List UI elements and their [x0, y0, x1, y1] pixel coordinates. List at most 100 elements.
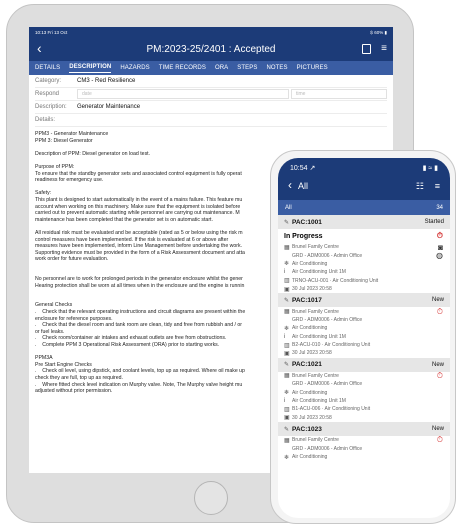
- task-header[interactable]: ✎ PAC:1017 New: [278, 293, 450, 308]
- description-label: Description:: [35, 104, 67, 110]
- tablet-nav-bar: ‹ PM:2023-25/2401 : Accepted ≡: [29, 38, 393, 61]
- site-text: Brunel Family Centre: [292, 372, 339, 379]
- barcode-icon: ▥: [284, 278, 290, 285]
- snowflake-icon: ❄: [284, 454, 290, 461]
- location-text: GRD - ADM0006 - Admin Office: [292, 252, 363, 259]
- list-item-date: ▣ 30 Jul 2023 20:58: [278, 285, 450, 293]
- task-header[interactable]: ✎ PAC:1021 New: [278, 357, 450, 372]
- list-item-type: ❄ Air Conditioning: [278, 388, 450, 397]
- location-text: GRD - ADM0006 - Admin Office: [292, 445, 363, 452]
- description-value[interactable]: Generator Maintenance: [77, 104, 140, 110]
- page-title: PM:2023-25/2401 : Accepted: [146, 44, 276, 55]
- phone-header: 10:54 ↗ ▮ ≈ ▮ ‹ All ☷ ≡: [278, 158, 450, 200]
- list-item-code: ▥ B2-ACU-010 · Air Conditioning Unit: [278, 341, 450, 349]
- description-row: Description: Generator Maintenance: [35, 101, 387, 114]
- save-icon[interactable]: [362, 44, 371, 54]
- list-item-site: ▦ Brunel Family Centre ⏱: [278, 435, 450, 444]
- menu-icon[interactable]: ≡: [381, 43, 387, 54]
- snowflake-icon: ❄: [284, 325, 290, 332]
- list-item-asset: i Air Conditioning Unit 1M: [278, 397, 450, 405]
- phone-screen: 10:54 ↗ ▮ ≈ ▮ ‹ All ☷ ≡ All 34 ✎ PAC:1001…: [278, 158, 450, 518]
- category-label: Category:: [35, 78, 62, 84]
- list-item-asset: i Air Conditioning Unit 1M: [278, 268, 450, 276]
- list-view-icon[interactable]: ☷: [416, 181, 424, 192]
- task-id: PAC:1021: [292, 361, 322, 369]
- list-item-location: GRD - ADM0006 - Admin Office: [278, 380, 450, 388]
- calendar-icon: ▣: [284, 286, 290, 293]
- location-text: GRD - ADM0006 - Admin Office: [292, 381, 363, 388]
- task-id: PAC:1017: [292, 296, 322, 304]
- list-item-code: ▥ B1-ACU-006 · Air Conditioning Unit: [278, 405, 450, 413]
- tablet-status-bar: 10:13 Fri 13 Oct Ṩ 60% ▮: [29, 27, 393, 38]
- chevron-left-icon[interactable]: ‹: [37, 40, 42, 56]
- device-photo: 10:13 Fri 13 Oct Ṩ 60% ▮ ‹ PM:2023-25/24…: [0, 0, 459, 529]
- info-icon: i: [284, 269, 286, 276]
- phone-status-icons: ▮ ≈ ▮: [422, 165, 438, 172]
- category-value[interactable]: CM3 - Red Resilience: [77, 78, 135, 84]
- home-button[interactable]: [194, 481, 228, 515]
- date-text: 30 Jul 2023 20:58: [292, 414, 332, 421]
- filter-bar[interactable]: All 34: [278, 200, 450, 215]
- phone-status-time: 10:54 ↗: [290, 165, 316, 172]
- task-id: PAC:1001: [292, 218, 322, 226]
- list-item-location: GRD - ADM0006 - Admin Office ◍: [278, 251, 450, 260]
- barcode-icon: ▥: [284, 406, 290, 413]
- task-status: New: [431, 426, 444, 433]
- tab-steps[interactable]: STEPS: [237, 65, 257, 71]
- list-item-location: GRD - ADM0006 - Admin Office: [278, 444, 450, 452]
- snowflake-icon: ❄: [284, 261, 290, 268]
- list-item-date: ▣ 30 Jul 2023 20:58: [278, 349, 450, 357]
- tab-time-records[interactable]: TIME RECORDS: [159, 65, 206, 71]
- code-text: B2-ACU-010 · Air Conditioning Unit: [292, 342, 371, 349]
- menu-icon[interactable]: ≡: [435, 181, 440, 191]
- calendar-icon: ▣: [284, 350, 290, 357]
- date-text: 30 Jul 2023 20:58: [292, 350, 332, 357]
- task-status: Started: [424, 219, 444, 225]
- building-icon: ▦: [284, 244, 290, 251]
- list-item-date: ▣ 30 Jul 2023 20:58: [278, 414, 450, 422]
- description-form: Category: CM3 - Red Resilience Respond d…: [29, 75, 393, 127]
- type-text: Air Conditioning: [292, 325, 328, 332]
- calendar-icon: ▣: [284, 415, 290, 422]
- wrench-icon: ✎: [284, 297, 290, 304]
- list-item-location: GRD - ADM0006 - Admin Office: [278, 316, 450, 324]
- wrench-icon: ✎: [284, 426, 290, 433]
- type-text: Air Conditioning: [292, 260, 328, 267]
- type-text: Air Conditioning: [292, 389, 328, 396]
- task-header[interactable]: ✎ PAC:1001 Started: [278, 215, 450, 229]
- tab-hazards[interactable]: HAZARDS: [120, 65, 149, 71]
- task-status: New: [431, 297, 444, 304]
- phone-title: All: [298, 181, 309, 191]
- location-text: GRD - ADM0006 - Admin Office: [292, 316, 363, 323]
- tab-description[interactable]: DESCRIPTION: [69, 64, 112, 73]
- tablet-status-time: 10:13 Fri 13 Oct: [35, 30, 68, 35]
- chevron-left-icon[interactable]: ‹: [288, 178, 292, 192]
- building-icon: ▦: [284, 309, 290, 316]
- list-item-type: ❄ Air Conditioning: [278, 324, 450, 332]
- timer-icon[interactable]: ⏱: [437, 231, 443, 241]
- asset-text: Air Conditioning Unit 1M: [292, 398, 346, 405]
- in-progress-label: In Progress: [284, 232, 323, 240]
- list-item-type: ❄ Air Conditioning: [278, 260, 450, 268]
- info-icon: i: [284, 333, 286, 340]
- tablet-status-battery: Ṩ 60% ▮: [370, 29, 387, 35]
- respond-date-field[interactable]: date: [77, 89, 289, 99]
- tab-ora[interactable]: ORA: [215, 65, 228, 71]
- respond-label: Respond: [35, 91, 60, 97]
- tab-notes[interactable]: NOTES: [266, 65, 287, 71]
- list-item-site: ▦ Brunel Family Centre ⏱: [278, 371, 450, 380]
- site-text: Brunel Family Centre: [292, 244, 339, 251]
- tab-pictures[interactable]: PICTURES: [297, 65, 328, 71]
- asset-text: Air Conditioning Unit 1M: [292, 269, 346, 276]
- task-status: New: [431, 361, 444, 368]
- task-header[interactable]: ✎ PAC:1023 New: [278, 422, 450, 437]
- details-label: Details:: [35, 117, 56, 123]
- list-item-asset: i Air Conditioning Unit 1M: [278, 333, 450, 341]
- compass-icon[interactable]: ◍: [436, 251, 443, 260]
- info-icon: i: [284, 398, 286, 405]
- respond-time-field[interactable]: time: [291, 89, 387, 99]
- wrench-icon: ✎: [284, 219, 290, 226]
- category-row: Category: CM3 - Red Resilience: [35, 75, 387, 88]
- list-item-code: ▥ TRNO-ACU-001 · Air Conditioning Unit: [278, 277, 450, 285]
- tab-details[interactable]: DETAILS: [35, 65, 60, 71]
